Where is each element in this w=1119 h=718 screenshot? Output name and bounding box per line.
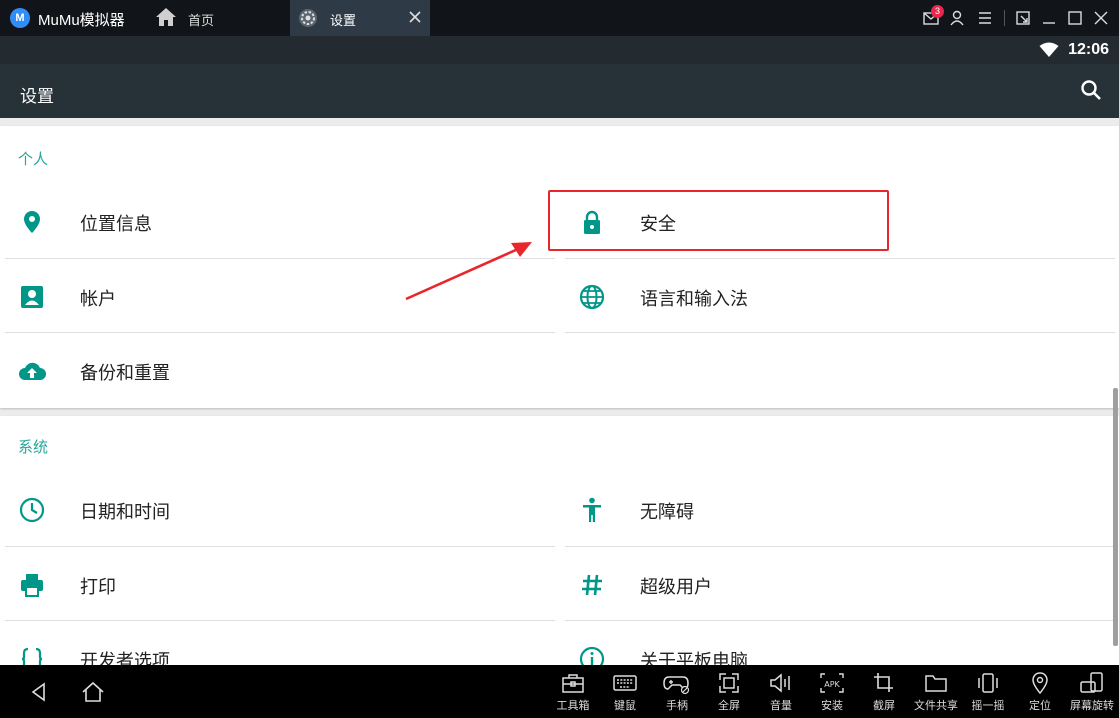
braces-icon [21,647,43,665]
settings-item-language-input[interactable]: 语言和输入法 [560,259,1115,333]
volume-button[interactable]: 音量 [755,669,807,717]
toolbox-icon [562,674,584,693]
minimize-icon[interactable] [1040,9,1058,27]
settings-item-backup-reset[interactable]: 备份和重置 [0,333,555,407]
search-icon[interactable] [1079,78,1103,102]
clock-icon [19,497,45,523]
toolbar-label: 音量 [770,700,792,712]
info-icon [579,646,605,665]
gamepad-button[interactable]: 手柄 [651,669,703,717]
gamepad-icon [663,676,690,695]
app-name: MuMu模拟器 [38,12,125,29]
window-titlebar: M MuMu模拟器 首页 设置 3 [0,0,1119,36]
toolbar-label: 键鼠 [614,700,636,712]
location-button[interactable]: 定位 [1014,669,1066,717]
tab-home-label: 首页 [188,13,215,28]
settings-item-label: 备份和重置 [80,363,170,383]
settings-item-label: 无障碍 [640,502,694,522]
settings-item-label: 位置信息 [80,214,152,234]
close-tab-icon[interactable] [406,8,424,26]
section-title-personal: 个人 [18,151,49,168]
printer-icon [21,574,43,597]
cloud-upload-icon [19,362,46,380]
section-personal: 个人 位置信息 安全 帐户 语言和输入法 备份和重置 [0,126,1119,408]
file-share-button[interactable]: 文件共享 [910,669,962,717]
svg-text:APK: APK [824,680,840,689]
keyboard-icon [613,675,637,691]
settings-item-label: 超级用户 [640,577,712,597]
toolbar-label: 文件共享 [914,700,958,712]
annotation-arrow [405,242,532,301]
toolbar-label: 截屏 [873,700,895,712]
mini-mode-icon[interactable] [1014,9,1032,27]
row-divider [565,332,1115,333]
close-window-icon[interactable] [1092,9,1110,27]
tab-settings[interactable]: 设置 [290,0,430,36]
fullscreen-button[interactable]: 全屏 [703,669,755,717]
back-icon[interactable] [28,680,50,704]
rotate-screen-icon [1080,672,1103,693]
globe-icon [579,284,605,310]
install-apk-button[interactable]: APK 安装 [806,669,858,717]
shake-button[interactable]: 摇一摇 [962,669,1014,717]
settings-item-label: 打印 [80,577,116,597]
location-icon [1032,672,1048,695]
settings-item-about-tablet[interactable]: 关于平板电脑 [560,621,1115,665]
highlight-box [548,190,889,251]
user-icon[interactable] [948,9,966,27]
emulator-bottom-bar: 工具箱 键鼠 手柄 全屏 音量 APK 安装 截屏 文件共享 摇一摇 定位 屏幕… [0,665,1119,718]
rotate-screen-button[interactable]: 屏幕旋转 [1066,669,1118,717]
settings-item-accessibility[interactable]: 无障碍 [560,472,1115,546]
fullscreen-icon [719,673,739,693]
home-nav-icon[interactable] [80,680,106,704]
settings-gear-icon [299,9,317,27]
toolbar-label: 手柄 [666,700,688,712]
section-title-system: 系统 [18,439,49,456]
section-system: 系统 日期和时间 无障碍 打印 超级用户 开发者选项 关于平板电脑 [0,416,1119,665]
folder-icon [925,675,947,692]
hash-icon [582,574,602,596]
settings-item-printing[interactable]: 打印 [0,547,555,621]
keyboard-mouse-button[interactable]: 键鼠 [599,669,651,717]
wifi-icon [1039,42,1059,57]
settings-item-date-time[interactable]: 日期和时间 [0,472,555,546]
location-pin-icon [24,211,40,233]
volume-icon [770,673,790,693]
settings-item-superuser[interactable]: 超级用户 [560,547,1115,621]
toolbar-label: 工具箱 [556,700,590,712]
notification-badge: 3 [931,5,944,18]
accessibility-icon [583,497,601,522]
android-status-bar: 12:06 [0,36,1119,64]
account-box-icon [21,286,43,308]
home-icon [156,8,176,26]
maximize-icon[interactable] [1066,9,1084,27]
settings-action-bar: 设置 [0,64,1119,118]
menu-icon[interactable] [976,9,994,27]
settings-item-label: 开发者选项 [80,651,170,665]
settings-item-label: 语言和输入法 [640,289,748,309]
titlebar-separator [1004,10,1005,26]
page-title: 设置 [20,87,54,106]
toolbox-button[interactable]: 工具箱 [547,669,599,717]
settings-item-label: 关于平板电脑 [640,651,748,665]
toolbar-label: 定位 [1029,700,1051,712]
screenshot-button[interactable]: 截屏 [858,669,910,717]
toolbar-label: 全屏 [718,700,740,712]
settings-item-developer-options[interactable]: 开发者选项 [0,621,555,665]
status-clock: 12:06 [1068,41,1109,58]
toolbar-label: 摇一摇 [971,700,1005,712]
mumu-logo-icon: M [10,8,30,28]
content-scrollbar[interactable] [1113,388,1118,646]
settings-item-label: 日期和时间 [80,502,170,522]
toolbar-label: 安装 [821,700,843,712]
tab-settings-label: 设置 [330,13,357,28]
shake-icon [978,673,998,693]
toolbar-label: 屏幕旋转 [1070,700,1114,712]
tab-home[interactable]: 首页 [155,0,285,36]
apk-install-icon: APK [820,673,844,693]
settings-item-label: 帐户 [80,289,116,309]
crop-icon [874,673,893,692]
